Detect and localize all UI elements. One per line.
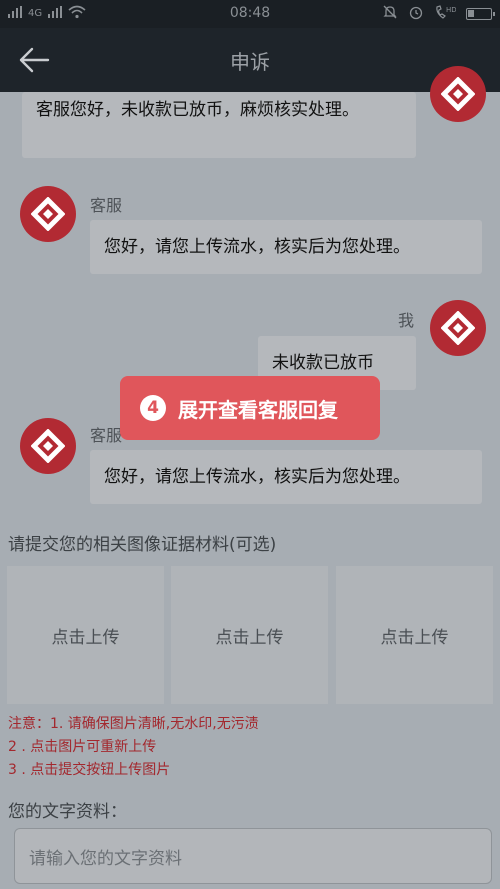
step-number-badge: 4 xyxy=(140,395,166,421)
battery-icon xyxy=(466,8,495,20)
upload-note: 2 . 点击图片可重新上传 xyxy=(8,739,157,755)
title-bar: 申诉 xyxy=(0,28,500,92)
upload-image-button[interactable]: 点击上传 xyxy=(336,566,493,704)
upload-note: 注意：1. 请确保图片清晰,无水印,无污渍 xyxy=(8,716,259,732)
text-material-input[interactable]: 请输入您的文字资料 xyxy=(14,828,492,884)
logo-icon xyxy=(31,429,65,463)
upload-image-button[interactable]: 点击上传 xyxy=(7,566,164,704)
toast-text: 展开查看客服回复 xyxy=(178,397,338,422)
svg-text:HD: HD xyxy=(446,6,456,14)
logo-icon xyxy=(441,311,475,345)
hd-call-icon: HD xyxy=(434,4,457,24)
avatar xyxy=(430,66,486,122)
upload-note: 3 . 点击提交按钮上传图片 xyxy=(8,762,171,778)
upload-section-label: 请提交您的相关图像证据材料(可选) xyxy=(8,535,277,555)
sender-name: 客服 xyxy=(90,196,123,215)
avatar xyxy=(20,418,76,474)
chat-bubble-sent: 客服您好，未收款已放币，麻烦核实处理。 xyxy=(22,92,416,158)
alarm-icon xyxy=(408,4,424,24)
text-material-label: 您的文字资料： xyxy=(8,802,127,822)
avatar xyxy=(430,300,486,356)
sender-name: 客服 xyxy=(90,426,123,445)
upload-image-button[interactable]: 点击上传 xyxy=(171,566,328,704)
status-icons: HD xyxy=(382,4,495,24)
logo-icon xyxy=(441,77,475,111)
expand-replies-toast[interactable]: 4 展开查看客服回复 xyxy=(120,376,380,440)
status-bar: 4G 08:48 HD xyxy=(0,0,500,28)
mute-icon xyxy=(382,4,398,24)
chat-bubble-received: 您好，请您上传流水，核实后为您处理。 xyxy=(90,450,482,504)
page-title: 申诉 xyxy=(230,50,270,74)
sender-name: 我 xyxy=(398,311,415,330)
avatar xyxy=(20,186,76,242)
chat-bubble-received: 您好，请您上传流水，核实后为您处理。 xyxy=(90,220,482,274)
logo-icon xyxy=(31,197,65,231)
